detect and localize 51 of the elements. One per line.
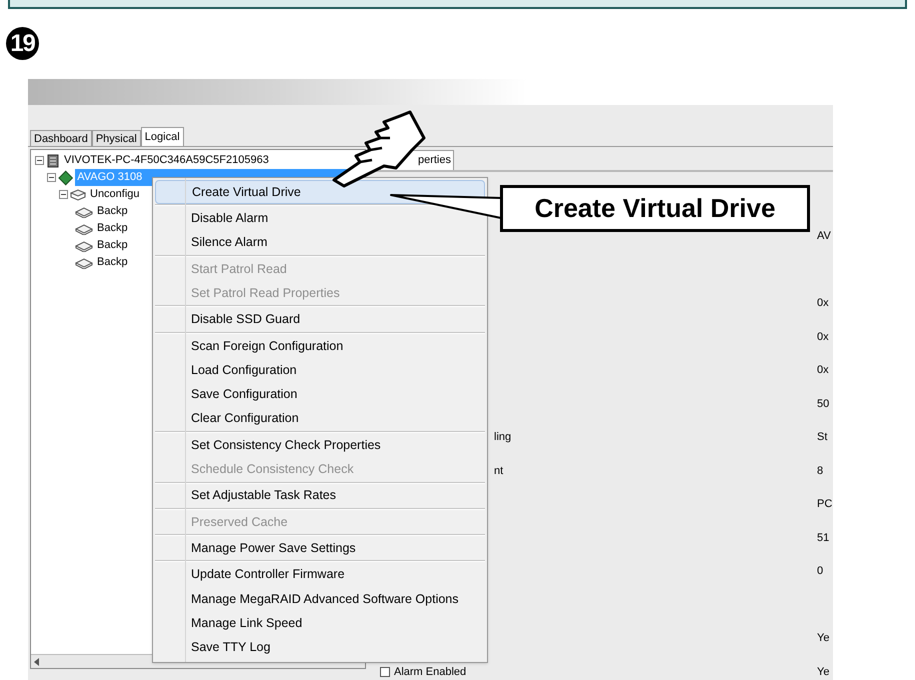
property-value: 0x bbox=[817, 296, 830, 311]
property-value: 51 bbox=[817, 530, 830, 546]
menu-item[interactable]: Silence Alarm bbox=[155, 230, 485, 255]
property-value: 0x bbox=[817, 330, 830, 344]
disk-drive-icon bbox=[75, 256, 93, 268]
menu-item[interactable]: Scan Foreign Configuration bbox=[155, 334, 485, 358]
menu-item[interactable]: Save Configuration bbox=[155, 382, 485, 407]
diamond-chip-icon bbox=[58, 170, 74, 186]
expand-toggle-icon[interactable] bbox=[47, 173, 56, 182]
menu-item[interactable]: Manage MegaRAID Advanced Software Options bbox=[155, 586, 485, 612]
tab[interactable]: Logical bbox=[140, 127, 184, 146]
property-label: nt bbox=[494, 464, 504, 478]
menu-item[interactable]: Set Adjustable Task Rates bbox=[155, 484, 485, 508]
tab[interactable]: Physical bbox=[92, 130, 141, 146]
menu-item[interactable]: Clear Configuration bbox=[155, 406, 485, 431]
step-number: 19 bbox=[6, 27, 39, 60]
property-value: Ye bbox=[817, 631, 830, 646]
tree-item[interactable]: Backp bbox=[95, 254, 130, 271]
disk-drive-icon bbox=[75, 222, 93, 234]
scroll-left-arrow-icon[interactable] bbox=[34, 658, 40, 666]
property-value: PC bbox=[817, 497, 833, 512]
menu-item[interactable]: Manage Link Speed bbox=[155, 611, 485, 636]
disk-drive-icon bbox=[75, 206, 93, 218]
menu-item[interactable]: Set Consistency Check Properties bbox=[155, 432, 485, 458]
checkbox[interactable] bbox=[380, 666, 390, 677]
property-value: AV bbox=[817, 229, 832, 244]
drive-stack-icon bbox=[70, 188, 86, 202]
property-value: 0x bbox=[817, 363, 830, 378]
property-value: 50 bbox=[817, 396, 830, 412]
tree-item[interactable]: Backp bbox=[95, 237, 130, 254]
server-icon bbox=[46, 154, 60, 168]
menu-item[interactable]: Create Virtual Drive bbox=[155, 180, 485, 204]
property-label: ling bbox=[494, 430, 512, 445]
tree-item[interactable]: VIVOTEK-PC-4F50C346A59C5F2105963 bbox=[62, 152, 271, 169]
property-value: Ye bbox=[817, 664, 830, 680]
tab[interactable]: Dashboard bbox=[30, 130, 92, 146]
menu-item[interactable]: Disable SSD Guard bbox=[155, 307, 485, 332]
tree-item[interactable]: Backp bbox=[95, 203, 130, 220]
expand-toggle-icon[interactable] bbox=[35, 156, 44, 165]
property-label: Alarm Enabled bbox=[394, 664, 466, 680]
menu-item[interactable]: Update Controller Firmware bbox=[155, 562, 485, 587]
property-value: 0 bbox=[817, 564, 824, 579]
menu-item[interactable]: Manage Power Save Settings bbox=[155, 536, 485, 560]
menu-item[interactable]: Save TTY Log bbox=[155, 635, 485, 660]
expand-toggle-icon[interactable] bbox=[59, 190, 68, 199]
property-value: 8 bbox=[817, 464, 824, 478]
property-value: St bbox=[817, 430, 828, 445]
tree-item[interactable]: Unconfigu bbox=[88, 186, 142, 203]
disk-drive-icon bbox=[75, 240, 93, 252]
menu-item[interactable]: Load Configuration bbox=[155, 358, 485, 382]
tree-item[interactable]: Backp bbox=[95, 220, 130, 237]
